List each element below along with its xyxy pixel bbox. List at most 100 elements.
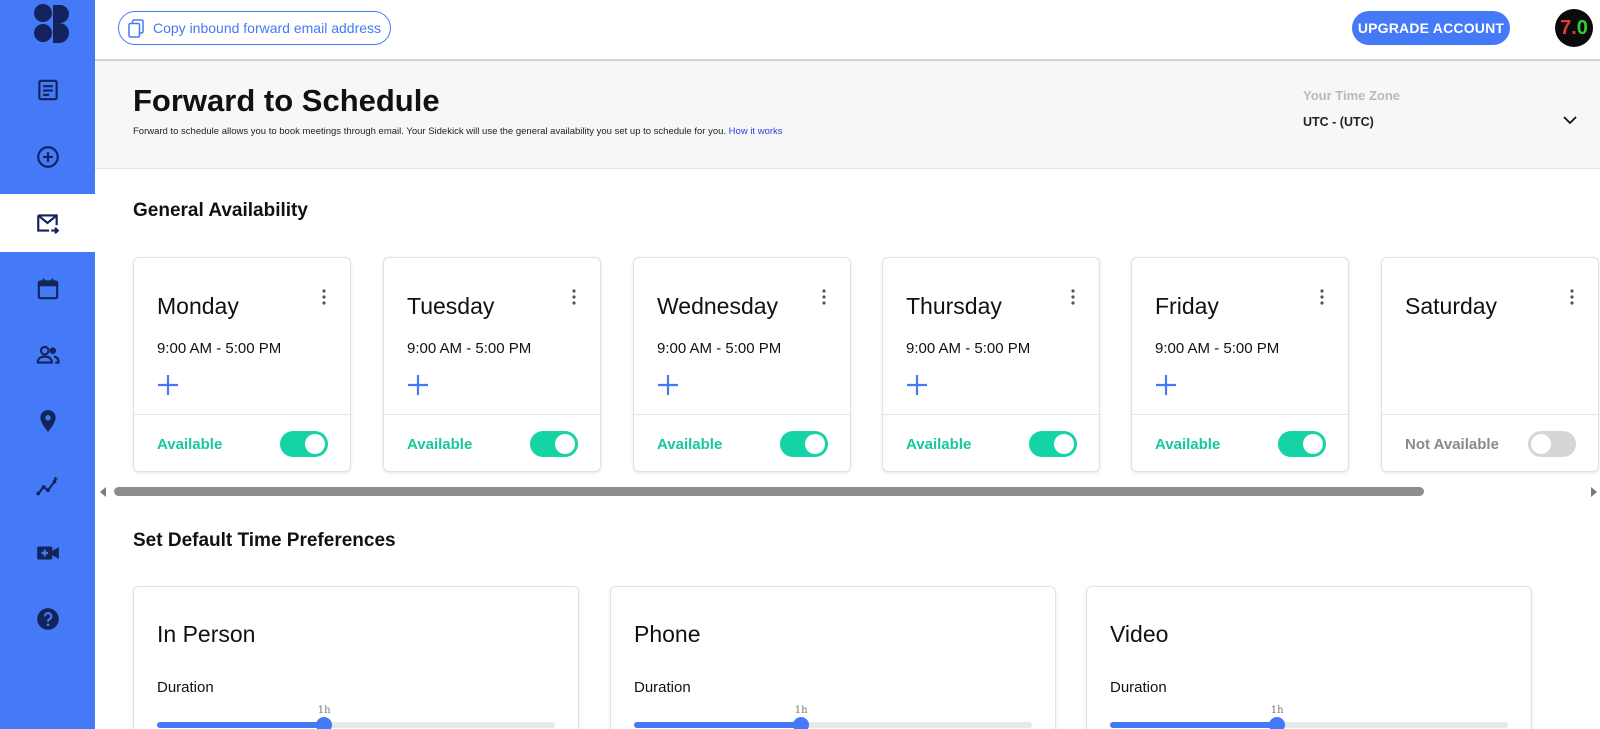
- sidebar-item-add[interactable]: [0, 128, 95, 186]
- app-logo-icon[interactable]: [33, 3, 69, 43]
- slider-fill: [157, 722, 325, 728]
- timezone-select[interactable]: UTC - (UTC): [1303, 115, 1374, 129]
- copy-inbound-email-label: Copy inbound forward email address: [153, 20, 382, 36]
- upgrade-account-button[interactable]: UPGRADE ACCOUNT: [1352, 11, 1510, 45]
- availability-status: Not Available: [1405, 436, 1499, 453]
- card-divider: [1132, 414, 1348, 415]
- availability-status: Available: [1155, 436, 1221, 453]
- scroll-right-arrow-icon[interactable]: [1591, 487, 1597, 497]
- day-card-saturday: Saturday Not Available: [1381, 257, 1599, 472]
- add-time-slot-icon[interactable]: [906, 374, 928, 396]
- sidebar-item-help[interactable]: [0, 590, 95, 648]
- duration-slider[interactable]: 1h: [157, 705, 555, 729]
- toggle-knob: [1303, 434, 1323, 454]
- slider-knob[interactable]: [1269, 717, 1286, 729]
- avatar-text-accent: 0: [1576, 17, 1588, 39]
- sidebar-item-insights[interactable]: [0, 458, 95, 516]
- slider-knob[interactable]: [793, 717, 810, 729]
- location-pin-icon: [39, 410, 56, 432]
- sidebar-item-notes[interactable]: [0, 61, 95, 119]
- default-time-preferences-title: Set Default Time Preferences: [133, 530, 396, 551]
- avatar-text-main: 7.: [1560, 17, 1577, 39]
- slider-fill: [1110, 722, 1278, 728]
- chevron-down-icon[interactable]: [1562, 113, 1578, 127]
- duration-label: Duration: [634, 679, 691, 696]
- card-divider: [634, 414, 850, 415]
- scrollbar-thumb[interactable]: [114, 487, 1424, 496]
- slider-knob[interactable]: [316, 717, 333, 729]
- more-options-icon[interactable]: [1319, 288, 1325, 306]
- top-bar: Copy inbound forward email address UPGRA…: [95, 0, 1600, 61]
- day-name: Thursday: [906, 293, 1002, 319]
- day-card-friday: Friday 9:00 AM - 5:00 PM Available: [1131, 257, 1349, 472]
- day-name: Wednesday: [657, 293, 779, 319]
- calendar-icon: [37, 278, 58, 300]
- add-time-slot-icon[interactable]: [407, 374, 429, 396]
- day-card-thursday: Thursday 9:00 AM - 5:00 PM Available: [882, 257, 1100, 472]
- sidebar: [0, 0, 95, 729]
- card-divider: [883, 414, 1099, 415]
- day-name: Saturday: [1405, 293, 1498, 319]
- duration-label: Duration: [157, 679, 214, 696]
- slider-value: 1h: [794, 705, 808, 716]
- contacts-icon: [36, 345, 60, 364]
- how-it-works-link[interactable]: How it works: [729, 126, 783, 137]
- availability-toggle[interactable]: [1029, 431, 1077, 457]
- duration-label: Duration: [1110, 679, 1167, 696]
- availability-toggle[interactable]: [1528, 431, 1576, 457]
- card-divider: [1382, 414, 1598, 415]
- copy-icon: [128, 19, 144, 38]
- availability-toggle[interactable]: [280, 431, 328, 457]
- copy-inbound-email-button[interactable]: Copy inbound forward email address: [118, 11, 392, 45]
- sidebar-item-video[interactable]: [0, 524, 95, 582]
- page-header: Forward to Schedule Forward to schedule …: [95, 63, 1600, 169]
- general-availability-title: General Availability: [133, 200, 308, 221]
- help-icon: [36, 608, 59, 630]
- toggle-knob: [1054, 434, 1074, 454]
- availability-toggle[interactable]: [780, 431, 828, 457]
- sidebar-item-calendar[interactable]: [0, 260, 95, 318]
- duration-slider[interactable]: 1h: [1110, 705, 1508, 729]
- pref-card-in-person: In Person Duration 1h: [133, 586, 579, 729]
- availability-toggle[interactable]: [530, 431, 578, 457]
- availability-status: Available: [657, 436, 723, 453]
- day-hours: 9:00 AM - 5:00 PM: [157, 340, 282, 357]
- timezone-label: Your Time Zone: [1303, 88, 1401, 103]
- more-options-icon[interactable]: [1070, 288, 1076, 306]
- more-options-icon[interactable]: [1569, 288, 1575, 306]
- avatar[interactable]: 7.0: [1555, 9, 1593, 47]
- slider-fill: [634, 722, 802, 728]
- day-name: Friday: [1155, 293, 1219, 319]
- sidebar-item-forward-to-schedule[interactable]: [0, 194, 95, 252]
- card-divider: [384, 414, 600, 415]
- page-description-text: Forward to schedule allows you to book m…: [133, 126, 727, 137]
- sidebar-item-locations[interactable]: [0, 392, 95, 450]
- day-hours: 9:00 AM - 5:00 PM: [657, 340, 782, 357]
- availability-status: Available: [906, 436, 972, 453]
- add-time-slot-icon[interactable]: [1155, 374, 1177, 396]
- pref-name: In Person: [157, 621, 256, 647]
- pref-card-phone: Phone Duration 1h: [610, 586, 1056, 729]
- add-time-slot-icon[interactable]: [157, 374, 179, 396]
- availability-toggle[interactable]: [1278, 431, 1326, 457]
- day-name: Monday: [157, 293, 239, 319]
- day-hours: 9:00 AM - 5:00 PM: [407, 340, 532, 357]
- toggle-knob: [305, 434, 325, 454]
- day-card-tuesday: Tuesday 9:00 AM - 5:00 PM Available: [383, 257, 601, 472]
- pref-card-video: Video Duration 1h: [1086, 586, 1532, 729]
- sidebar-item-contacts[interactable]: [0, 326, 95, 384]
- page-title: Forward to Schedule: [133, 83, 440, 118]
- availability-status: Available: [407, 436, 473, 453]
- day-cards-scrollbar[interactable]: [97, 484, 1600, 500]
- more-options-icon[interactable]: [821, 288, 827, 306]
- add-time-slot-icon[interactable]: [657, 374, 679, 396]
- day-hours: 9:00 AM - 5:00 PM: [906, 340, 1031, 357]
- toggle-knob: [805, 434, 825, 454]
- page-description: Forward to schedule allows you to book m…: [133, 126, 783, 137]
- more-options-icon[interactable]: [321, 288, 327, 306]
- more-options-icon[interactable]: [571, 288, 577, 306]
- notes-icon: [37, 79, 58, 101]
- day-hours: 9:00 AM - 5:00 PM: [1155, 340, 1280, 357]
- duration-slider[interactable]: 1h: [634, 705, 1032, 729]
- scroll-left-arrow-icon[interactable]: [100, 487, 106, 497]
